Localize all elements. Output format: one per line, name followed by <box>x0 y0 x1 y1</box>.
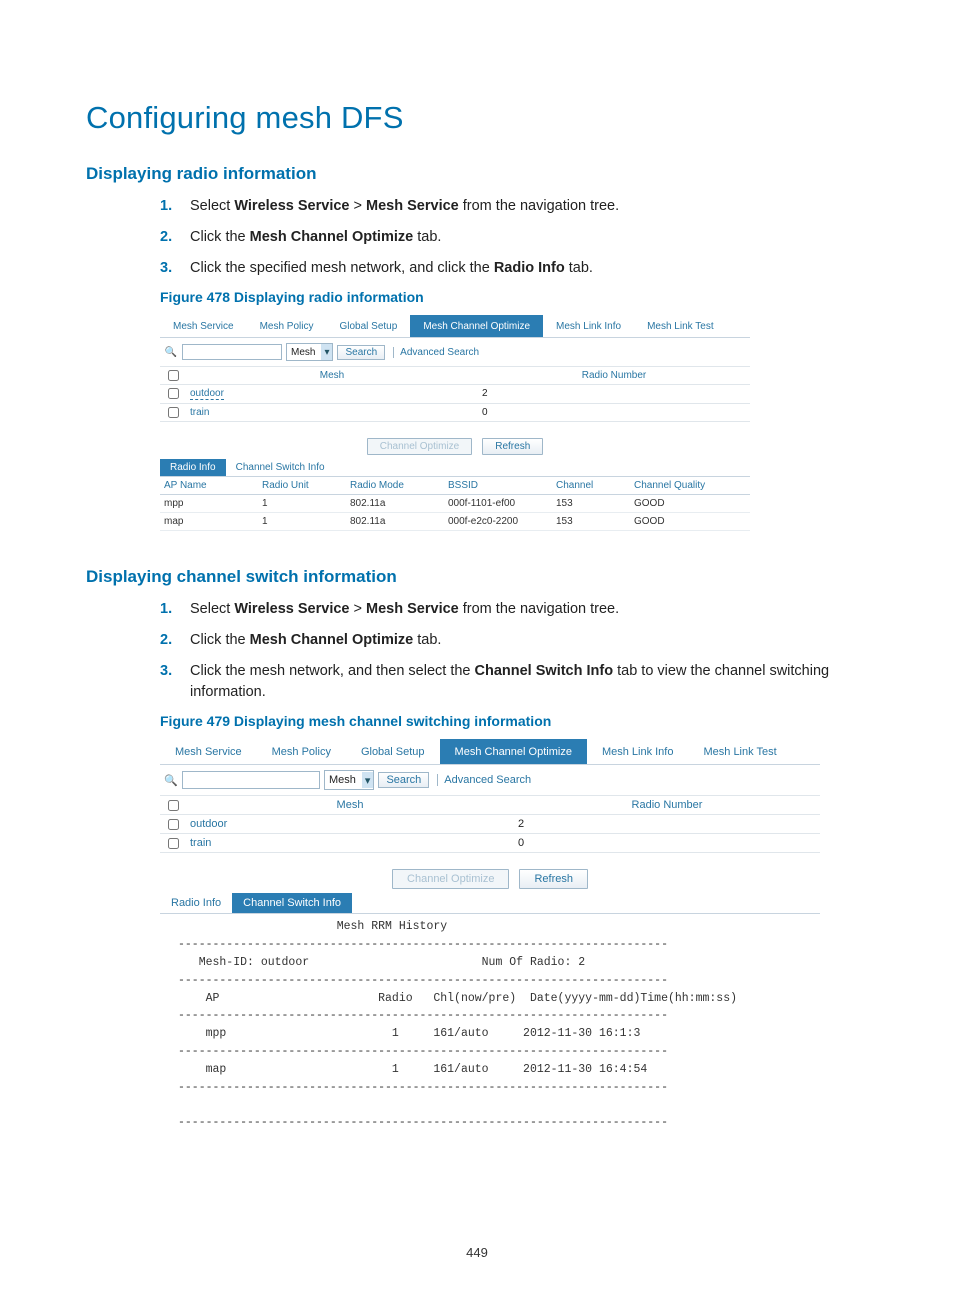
refresh-button[interactable]: Refresh <box>482 438 543 455</box>
step-2: Click the Mesh Channel Optimize tab. <box>190 630 868 651</box>
step-1: Select Wireless Service > Mesh Service f… <box>190 196 868 217</box>
page-title: Configuring mesh DFS <box>86 100 868 136</box>
search-icon: 🔍 <box>164 347 178 358</box>
subtab-channel-switch-info[interactable]: Channel Switch Info <box>226 459 335 476</box>
select-all-checkbox[interactable] <box>168 800 179 811</box>
search-input[interactable] <box>182 771 320 789</box>
fig479-search-row: 🔍 Mesh ▾ Search Advanced Search <box>160 765 820 796</box>
figure-478-caption: Figure 478 Displaying radio information <box>160 289 868 305</box>
subtab-radio-info[interactable]: Radio Info <box>160 459 226 476</box>
col-radio-number: Radio Number <box>478 367 750 384</box>
fig479-grid-head: Mesh Radio Number <box>160 796 820 815</box>
tab-mesh-link-test[interactable]: Mesh Link Test <box>688 739 791 764</box>
fig478-tabs: Mesh Service Mesh Policy Global Setup Me… <box>160 315 750 338</box>
step-1: Select Wireless Service > Mesh Service f… <box>190 599 868 620</box>
subtab-radio-info[interactable]: Radio Info <box>160 893 232 913</box>
tab-global-setup[interactable]: Global Setup <box>346 739 440 764</box>
th-ap-name: AP Name <box>160 477 258 495</box>
page-number: 449 <box>0 1245 954 1260</box>
tab-mesh-link-test[interactable]: Mesh Link Test <box>634 315 727 337</box>
col-mesh: Mesh <box>186 796 514 814</box>
tab-mesh-policy[interactable]: Mesh Policy <box>247 315 327 337</box>
th-channel: Channel <box>552 477 630 495</box>
chevron-down-icon: ▾ <box>321 344 332 360</box>
fig478-center-buttons: Channel Optimize Refresh <box>160 422 750 459</box>
steps-section2: Select Wireless Service > Mesh Service f… <box>86 599 868 703</box>
tab-mesh-link-info[interactable]: Mesh Link Info <box>587 739 689 764</box>
row-checkbox[interactable] <box>168 819 179 830</box>
channel-optimize-button[interactable]: Channel Optimize <box>367 438 472 455</box>
tab-mesh-service[interactable]: Mesh Service <box>160 739 257 764</box>
row-radio-num: 2 <box>478 385 750 403</box>
fig479-center-buttons: Channel Optimize Refresh <box>160 853 820 893</box>
mesh-rrm-history: Mesh RRM History -----------------------… <box>160 914 820 1132</box>
col-radio-number: Radio Number <box>514 796 820 814</box>
row-checkbox[interactable] <box>168 407 179 418</box>
row-radio-num: 0 <box>514 834 820 852</box>
step-3: Click the mesh network, and then select … <box>190 661 868 703</box>
table-row: map 1 802.11a 000f-e2c0-2200 153 GOOD <box>160 513 750 531</box>
th-channel-quality: Channel Quality <box>630 477 750 495</box>
fig478-search-row: 🔍 Mesh ▾ Search Advanced Search <box>160 338 750 367</box>
fig479-row-0: outdoor 2 <box>160 815 820 834</box>
row-radio-num: 2 <box>514 815 820 833</box>
th-radio-mode: Radio Mode <box>346 477 444 495</box>
mesh-link-train[interactable]: train <box>190 407 209 418</box>
channel-optimize-button[interactable]: Channel Optimize <box>392 869 509 889</box>
fig479-subtabs: Radio Info Channel Switch Info <box>160 893 820 914</box>
chevron-down-icon: ▾ <box>362 772 374 788</box>
tab-mesh-channel-optimize[interactable]: Mesh Channel Optimize <box>410 315 543 337</box>
tab-mesh-channel-optimize[interactable]: Mesh Channel Optimize <box>440 739 587 764</box>
fig478-grid-head: Mesh Radio Number <box>160 367 750 385</box>
search-field-select[interactable]: Mesh ▾ <box>286 343 333 361</box>
step-2: Click the Mesh Channel Optimize tab. <box>190 227 868 248</box>
tab-mesh-link-info[interactable]: Mesh Link Info <box>543 315 634 337</box>
mesh-link-outdoor[interactable]: outdoor <box>190 818 227 830</box>
search-field-select[interactable]: Mesh ▾ <box>324 770 374 790</box>
fig478-row-1: train 0 <box>160 404 750 422</box>
step-3: Click the specified mesh network, and cl… <box>190 258 868 279</box>
advanced-search-link[interactable]: Advanced Search <box>437 774 531 786</box>
mesh-link-outdoor[interactable]: outdoor <box>190 388 224 400</box>
search-input[interactable] <box>182 344 282 360</box>
tab-mesh-policy[interactable]: Mesh Policy <box>257 739 346 764</box>
col-mesh: Mesh <box>186 367 478 384</box>
search-button[interactable]: Search <box>337 345 385 360</box>
figure-479-caption: Figure 479 Displaying mesh channel switc… <box>160 713 868 729</box>
mesh-link-train[interactable]: train <box>190 837 211 849</box>
refresh-button[interactable]: Refresh <box>519 869 588 889</box>
row-radio-num: 0 <box>478 404 750 421</box>
fig478-subtabs: Radio Info Channel Switch Info <box>160 459 750 477</box>
select-all-checkbox[interactable] <box>168 370 179 381</box>
row-checkbox[interactable] <box>168 838 179 849</box>
figure-479: Mesh Service Mesh Policy Global Setup Me… <box>160 739 820 1132</box>
subtab-channel-switch-info[interactable]: Channel Switch Info <box>232 893 352 913</box>
figure-478: Mesh Service Mesh Policy Global Setup Me… <box>160 315 750 531</box>
fig479-tabs: Mesh Service Mesh Policy Global Setup Me… <box>160 739 820 765</box>
steps-section1: Select Wireless Service > Mesh Service f… <box>86 196 868 279</box>
tab-global-setup[interactable]: Global Setup <box>326 315 410 337</box>
fig479-row-1: train 0 <box>160 834 820 853</box>
fig478-row-0: outdoor 2 <box>160 385 750 404</box>
row-checkbox[interactable] <box>168 388 179 399</box>
th-radio-unit: Radio Unit <box>258 477 346 495</box>
section-heading-channel-switch: Displaying channel switch information <box>86 567 868 587</box>
advanced-search-link[interactable]: Advanced Search <box>393 347 479 358</box>
fig478-radio-info-table: AP Name Radio Unit Radio Mode BSSID Chan… <box>160 477 750 531</box>
search-icon: 🔍 <box>164 774 178 787</box>
th-bssid: BSSID <box>444 477 552 495</box>
tab-mesh-service[interactable]: Mesh Service <box>160 315 247 337</box>
section-heading-radio-info: Displaying radio information <box>86 164 868 184</box>
table-row: mpp 1 802.11a 000f-1101-ef00 153 GOOD <box>160 495 750 513</box>
search-button[interactable]: Search <box>378 772 429 788</box>
